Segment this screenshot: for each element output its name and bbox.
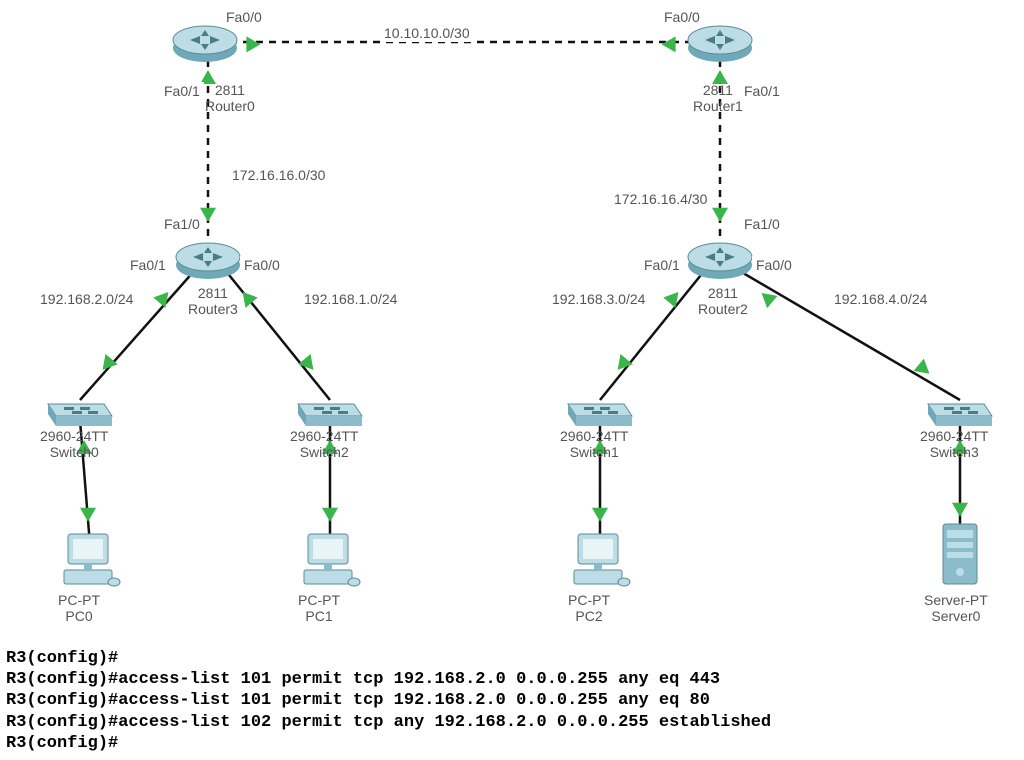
server0-icon[interactable] [935,520,985,590]
pc1-icon[interactable] [298,530,362,590]
link-up-icon [756,287,777,308]
link-up-icon [662,36,676,52]
device-label: PC-PTPC0 [58,592,100,624]
link-up-icon [712,208,728,222]
cli-line: R3(config)#access-list 101 permit tcp 19… [6,669,1018,690]
router2-icon[interactable] [685,235,755,283]
switch2-icon[interactable] [294,390,366,430]
device-label: 2960-24TTSwitch0 [40,428,108,460]
interface-label: Fa0/1 [740,82,784,100]
cli-line: R3(config)#access-list 101 permit tcp 19… [6,690,1018,711]
interface-label: Fa0/1 [640,256,684,274]
router3-icon[interactable] [173,235,243,283]
cli-line: R3(config)#access-list 102 permit tcp an… [6,712,1018,733]
link-up-icon [298,354,319,375]
subnet-label: 172.16.16.4/30 [610,190,711,208]
pc2-icon[interactable] [568,530,632,590]
interface-label: Fa0/0 [240,256,284,274]
cli-line: R3(config)# [6,733,1018,754]
link-up-icon [153,287,174,308]
device-label: 2811Router1 [693,82,743,114]
link-up-icon [663,287,684,308]
switch3-icon[interactable] [924,390,996,430]
interface-label: Fa1/0 [160,215,204,233]
switch1-icon[interactable] [564,390,636,430]
link-up-icon [914,359,935,380]
interface-label: Fa0/0 [660,8,704,26]
device-label: 2811Router2 [698,285,748,317]
link-up-icon [80,508,96,522]
device-label: 2811Router0 [205,82,255,114]
interface-label: Fa0/0 [752,256,796,274]
cli-line: R3(config)# [6,648,1018,669]
link-up-icon [236,287,257,308]
device-label: Server-PTServer0 [924,592,988,624]
interface-label: Fa0/1 [126,256,170,274]
link-up-icon [246,36,260,52]
device-label: PC-PTPC2 [568,592,610,624]
link-up-icon [592,508,608,522]
interface-label: Fa0/0 [222,8,266,26]
device-label: 2811Router3 [188,285,238,317]
device-label: 2960-24TTSwitch1 [560,428,628,460]
link-up-icon [96,354,117,375]
device-label: 2960-24TTSwitch2 [290,428,358,460]
pc0-icon[interactable] [58,530,122,590]
subnet-label: 10.10.10.0/30 [380,24,474,42]
interface-label: Fa1/0 [740,215,784,233]
device-label: 2960-24TTSwitch3 [920,428,988,460]
subnet-label: 192.168.3.0/24 [548,290,649,308]
subnet-label: 172.16.16.0/30 [228,166,329,184]
link-up-icon [611,354,632,375]
switch0-icon[interactable] [44,390,116,430]
subnet-label: 192.168.4.0/24 [830,290,931,308]
device-label: PC-PTPC1 [298,592,340,624]
link-up-icon [952,503,968,517]
subnet-label: 192.168.1.0/24 [300,290,401,308]
subnet-label: 192.168.2.0/24 [36,290,137,308]
interface-label: Fa0/1 [160,82,204,100]
cli-output: R3(config)# R3(config)#access-list 101 p… [0,646,1024,760]
link-up-icon [322,508,338,522]
